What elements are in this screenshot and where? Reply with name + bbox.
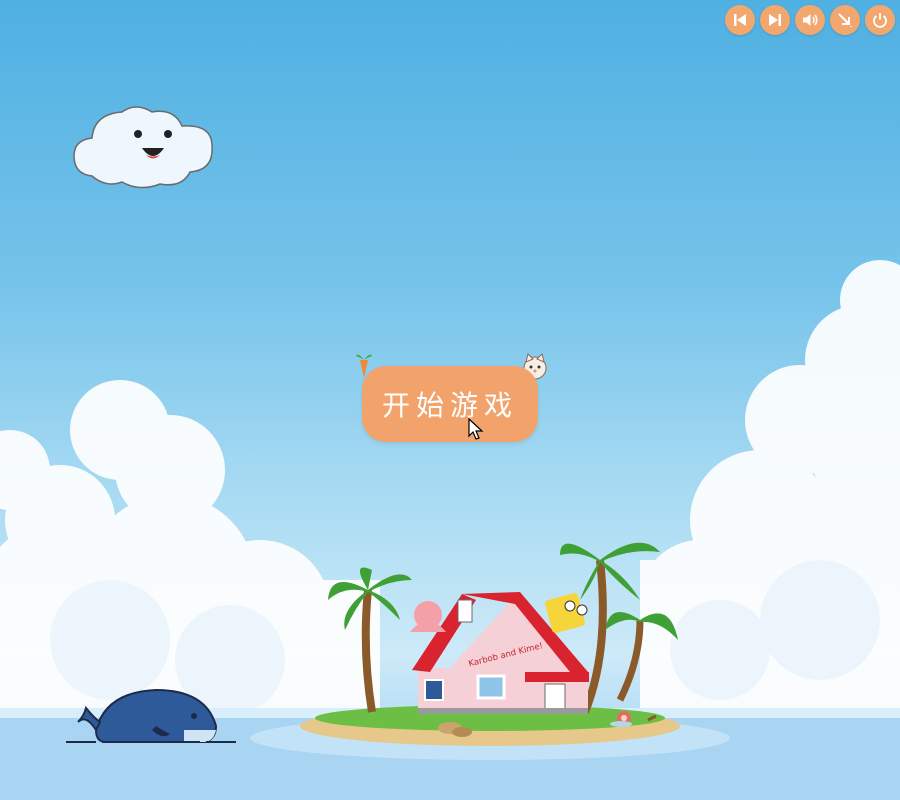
whale-icon xyxy=(66,688,236,743)
start-game-button[interactable]: 开始游戏 xyxy=(362,366,538,442)
minimize-button[interactable] xyxy=(830,5,860,35)
speaker-icon xyxy=(803,14,818,26)
next-button[interactable] xyxy=(760,5,790,35)
game-scene: 开始游戏 Karbob and Kime! xyxy=(0,0,900,800)
arrow-collapse-icon xyxy=(838,13,852,27)
start-game-label: 开始游戏 xyxy=(381,389,518,422)
game-toolbar xyxy=(725,5,895,35)
house-sign-text: Karbob and Kime! xyxy=(468,641,545,668)
power-button[interactable] xyxy=(865,5,895,35)
previous-button[interactable] xyxy=(725,5,755,35)
power-icon xyxy=(873,13,887,28)
smiling-cloud-icon xyxy=(73,106,213,189)
skip-forward-icon xyxy=(769,14,781,26)
volume-button[interactable] xyxy=(795,5,825,35)
skip-back-icon xyxy=(734,14,746,26)
house-sign: Karbob and Kime! xyxy=(468,641,545,668)
mouse-cursor-icon xyxy=(468,418,484,440)
